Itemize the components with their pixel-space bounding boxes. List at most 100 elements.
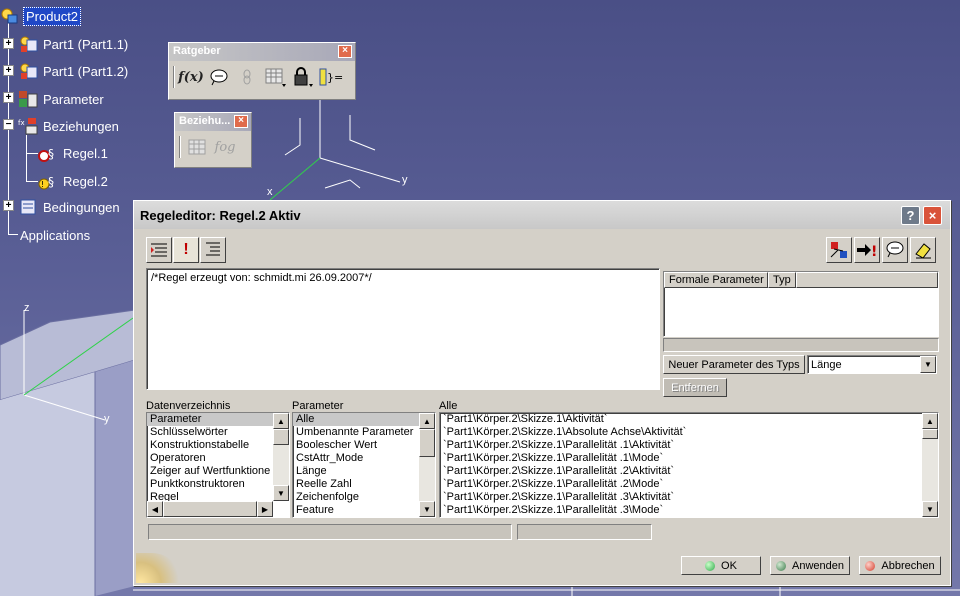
horizontal-scrollbar[interactable]: ◀ ▶ (147, 501, 273, 517)
table-icon[interactable] (185, 135, 209, 159)
tree-item-product2[interactable]: Product2 (0, 6, 82, 26)
comment-icon[interactable] (207, 65, 231, 89)
dropdown-arrow-icon[interactable]: ▼ (920, 356, 936, 373)
expand-icon[interactable]: + (3, 92, 14, 103)
list-item[interactable]: Alle (293, 413, 419, 426)
relations-icon: fx (18, 117, 38, 135)
expand-icon[interactable]: + (3, 200, 14, 211)
expand-icon[interactable]: + (3, 38, 14, 49)
list-item[interactable]: `Part1\Körper.2\Skizze.1\Parallelität .1… (440, 439, 920, 452)
vertical-scrollbar[interactable]: ▲ ▼ (273, 413, 289, 501)
toolbar-grip[interactable] (179, 136, 181, 158)
dictionary-list[interactable]: Parameter Schlüsselwörter Konstruktionstab… (146, 412, 290, 518)
ok-label: OK (721, 559, 737, 572)
rule-icon: § (38, 144, 58, 162)
link-icon[interactable] (235, 65, 259, 89)
list-item[interactable]: `Part1\Körper.2\Skizze.1\Parallelität .1… (440, 452, 920, 465)
list-item[interactable]: CstAttr_Mode (293, 452, 419, 465)
new-parameter-button[interactable]: Neuer Parameter des Typs (663, 355, 805, 374)
tree-item-beziehungen[interactable]: fx Beziehungen (18, 116, 121, 136)
list-item[interactable]: `Part1\Körper.2\Skizze.1\Parallelität .3… (440, 491, 920, 504)
vertical-scrollbar[interactable]: ▲ ▼ (419, 413, 435, 517)
list-item[interactable]: Konstruktionstabelle (147, 439, 273, 452)
toolbar-grip[interactable] (173, 66, 175, 88)
object-browser-button[interactable] (826, 237, 852, 263)
vertical-scrollbar[interactable]: ▲ ▼ (922, 413, 938, 517)
list-item[interactable]: Umbenannte Parameter (293, 426, 419, 439)
tree-item-parameter[interactable]: Parameter (18, 89, 106, 109)
axis-label-x-upper: x (267, 186, 273, 198)
scroll-up-icon[interactable]: ▲ (273, 413, 289, 429)
list-item[interactable]: Länge (293, 465, 419, 478)
erase-button[interactable] (910, 237, 936, 263)
column-header-formal-parameter[interactable]: Formale Parameter (664, 272, 768, 288)
list-item[interactable]: Zeichenfolge (293, 491, 419, 504)
formal-parameters-table[interactable]: Formale Parameter Typ (663, 271, 939, 337)
remove-button[interactable]: Entfernen (663, 378, 727, 397)
apply-button[interactable]: Anwenden (770, 556, 850, 575)
cancel-button[interactable]: Abbrechen (859, 556, 941, 575)
toolbar-title[interactable]: Ratgeber × (169, 43, 355, 61)
list-item[interactable]: Punktkonstruktoren (147, 478, 273, 491)
scroll-down-icon[interactable]: ▼ (922, 501, 938, 517)
scroll-thumb[interactable] (163, 501, 257, 517)
list-item[interactable]: Feature (293, 504, 419, 517)
tree-item-part1-1[interactable]: Part1 (Part1.1) (18, 34, 130, 54)
goto-error-button[interactable]: ! (854, 237, 880, 263)
expand-icon[interactable]: + (3, 65, 14, 76)
scroll-up-icon[interactable]: ▲ (922, 413, 938, 429)
rule-text-editor[interactable]: /*Regel erzeugt von: schmidt.mi 26.09.20… (146, 268, 660, 390)
tree-label: Bedingungen (43, 199, 120, 215)
scroll-down-icon[interactable]: ▼ (419, 501, 435, 517)
error-button[interactable]: ! (173, 237, 199, 263)
tree-item-applications[interactable]: Applications (18, 225, 92, 245)
parameter-list[interactable]: Alle Umbenannte Parameter Boolescher Wert C… (292, 412, 436, 518)
dialog-titlebar[interactable]: Regeleditor: Regel.2 Aktiv ? × (134, 201, 950, 229)
close-icon[interactable]: × (234, 115, 248, 128)
svg-text:§: § (48, 147, 54, 161)
format-button[interactable] (200, 237, 226, 263)
svg-text:}=: }= (327, 71, 343, 84)
list-item[interactable]: `Part1\Körper.2\Skizze.1\Parallelität .2… (440, 478, 920, 491)
tree-item-part1-2[interactable]: Part1 (Part1.2) (18, 61, 130, 81)
tree-label: Product2 (23, 6, 82, 26)
list-item[interactable]: Parameter (147, 413, 273, 426)
incremental-button[interactable] (146, 237, 172, 263)
ok-button[interactable]: OK (681, 556, 761, 575)
svg-text:!: ! (41, 180, 44, 189)
scroll-left-icon[interactable]: ◀ (147, 501, 163, 517)
collapse-icon[interactable]: − (3, 119, 14, 130)
list-item[interactable]: Schlüsselwörter (147, 426, 273, 439)
scroll-down-icon[interactable]: ▼ (273, 485, 289, 501)
formula-icon[interactable]: f(x) (178, 65, 204, 89)
list-item[interactable]: Boolescher Wert (293, 439, 419, 452)
list-item[interactable]: `Part1\Körper.2\Skizze.1\Parallelität .3… (440, 504, 920, 517)
scroll-thumb[interactable] (922, 429, 938, 439)
fog-icon[interactable]: fog (213, 135, 237, 159)
list-item[interactable]: Reelle Zahl (293, 478, 419, 491)
list-item[interactable]: Operatoren (147, 452, 273, 465)
comment-button[interactable] (882, 237, 908, 263)
toolbar-title[interactable]: Beziehu... × (175, 113, 251, 131)
list-item[interactable]: `Part1\Körper.2\Skizze.1\Parallelität .2… (440, 465, 920, 478)
tree-item-regel-2[interactable]: ! § Regel.2 (38, 171, 110, 191)
rule-set-icon[interactable]: }= (319, 65, 343, 89)
scroll-right-icon[interactable]: ▶ (257, 501, 273, 517)
table-icon[interactable] (263, 65, 287, 89)
help-button[interactable]: ? (901, 206, 920, 225)
list-item[interactable]: `Part1\Körper.2\Skizze.1\Aktivität` (440, 413, 920, 426)
all-members-list[interactable]: `Part1\Körper.2\Skizze.1\Aktivität` `Part… (439, 412, 939, 518)
scroll-thumb[interactable] (273, 429, 289, 445)
lock-icon[interactable] (291, 65, 315, 89)
tree-item-bedingungen[interactable]: Bedingungen (18, 197, 122, 217)
browser-icon (830, 242, 847, 258)
tree-item-regel-1[interactable]: § Regel.1 (38, 143, 110, 163)
column-header-type[interactable]: Typ (768, 272, 796, 288)
scroll-up-icon[interactable]: ▲ (419, 413, 435, 429)
list-item[interactable]: `Part1\Körper.2\Skizze.1\Absolute Achse\… (440, 426, 920, 439)
list-item[interactable]: Zeiger auf Wertfunktione (147, 465, 273, 478)
type-select[interactable]: Länge ▼ (807, 355, 937, 374)
scroll-thumb[interactable] (419, 429, 435, 457)
close-button[interactable]: × (923, 206, 942, 225)
close-icon[interactable]: × (338, 45, 352, 58)
